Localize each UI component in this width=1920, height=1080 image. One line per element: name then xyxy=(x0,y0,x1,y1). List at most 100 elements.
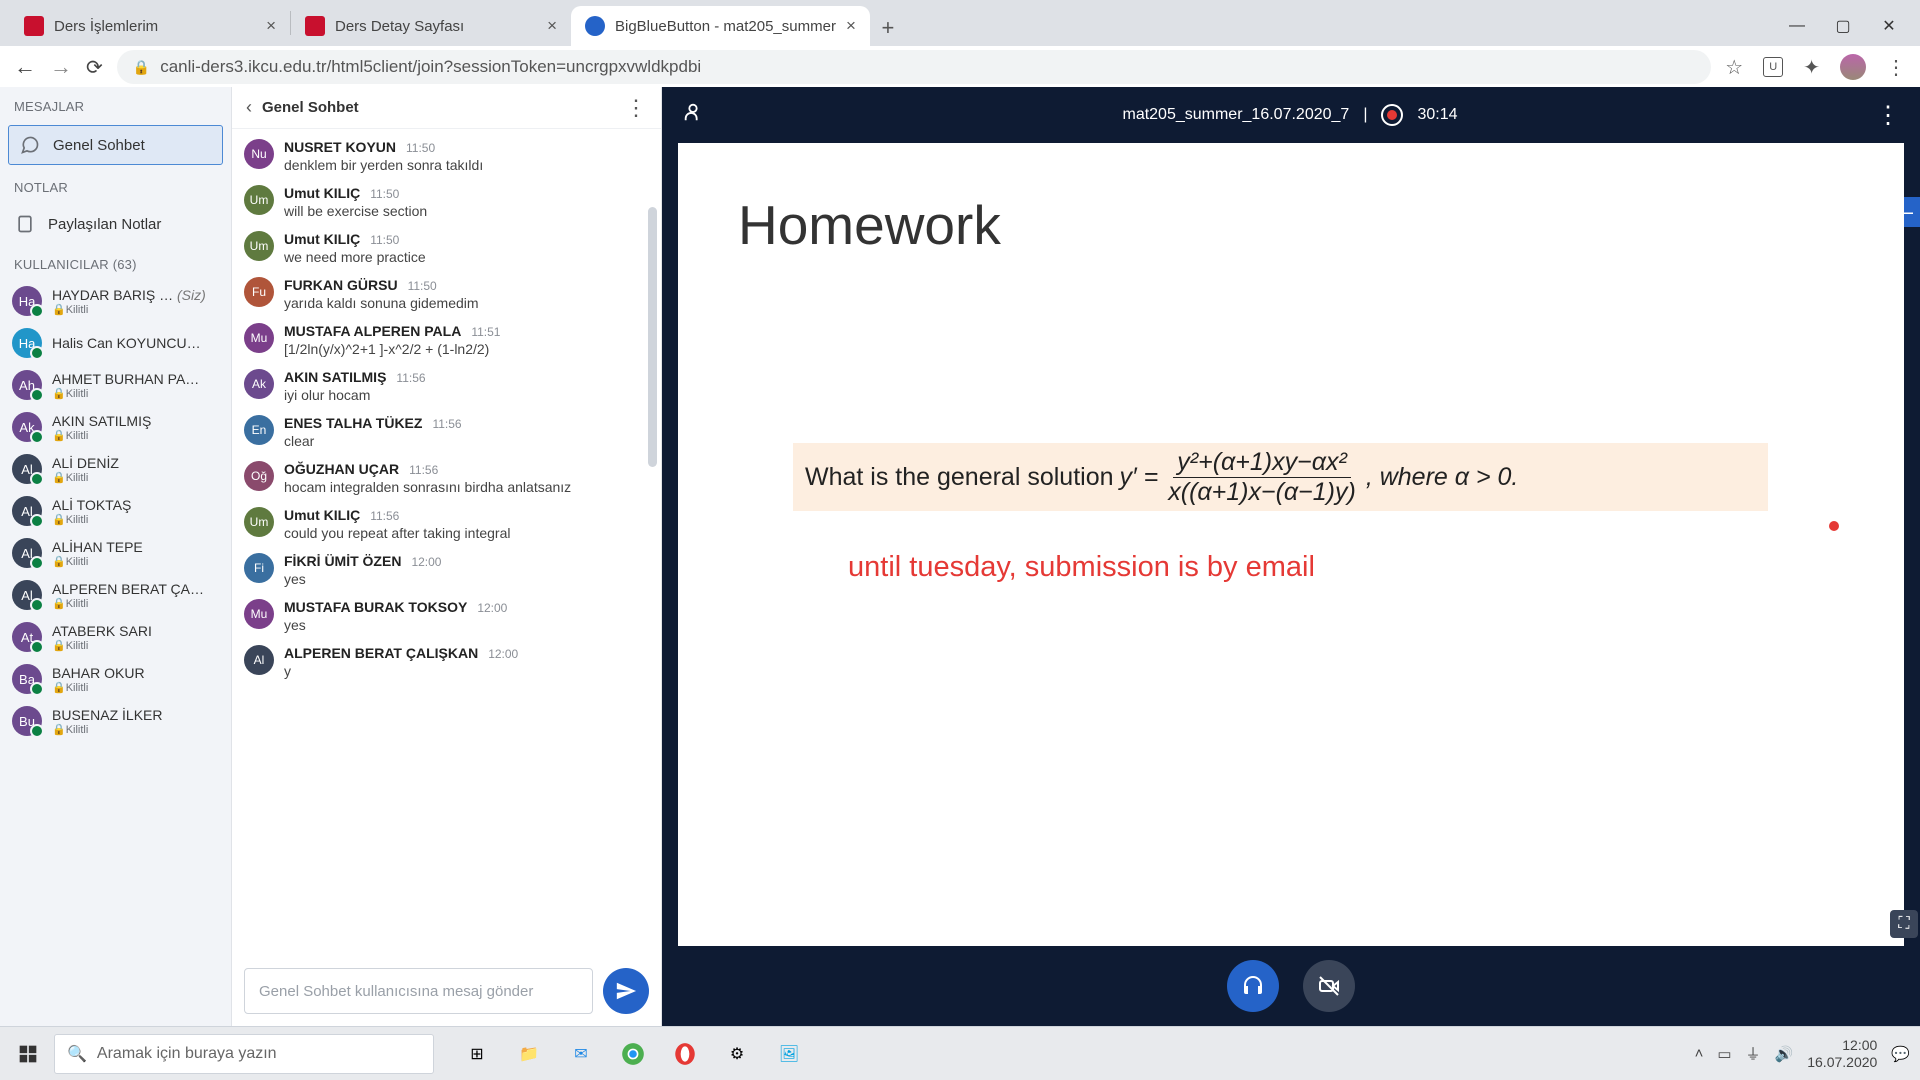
fullscreen-button[interactable]: ⛶ xyxy=(1890,910,1918,938)
user-list-item[interactable]: AlALİHAN TEPE🔒Kilitli xyxy=(0,532,231,574)
user-list-item[interactable]: AkAKIN SATILMIŞ🔒Kilitli xyxy=(0,406,231,448)
extensions-icon[interactable]: ✦ xyxy=(1803,55,1820,80)
message-text: denklem bir yerden sonra takıldı xyxy=(284,157,645,173)
message-time: 11:56 xyxy=(396,371,425,385)
chat-input-row: Genel Sohbet kullanıcısına mesaj gönder xyxy=(232,956,661,1026)
volume-icon[interactable]: 🔊 xyxy=(1775,1045,1794,1063)
tray-chevron-icon[interactable]: ˄ xyxy=(1695,1045,1704,1062)
photos-icon[interactable]: 🖼 xyxy=(774,1039,804,1069)
reload-button[interactable]: ⟳ xyxy=(86,55,103,80)
message-author: Umut KILIÇ xyxy=(284,185,360,201)
chat-message: EnENES TALHA TÜKEZ11:56clear xyxy=(238,409,651,455)
avatar: Nu xyxy=(244,139,274,169)
slide-area[interactable]: Homework What is the general solution y′… xyxy=(678,143,1904,946)
taskbar-clock[interactable]: 12:00 16.07.2020 xyxy=(1807,1037,1877,1071)
settings-icon[interactable]: ⚙ xyxy=(722,1039,752,1069)
session-timer: 30:14 xyxy=(1417,106,1457,124)
chat-options-icon[interactable]: ⋮ xyxy=(625,102,647,114)
users-toggle-icon[interactable] xyxy=(682,101,704,129)
record-indicator-icon[interactable] xyxy=(1381,104,1403,126)
user-list-item[interactable]: AtATABERK SARI🔒Kilitli xyxy=(0,616,231,658)
user-status: 🔒Kilitli xyxy=(52,429,151,442)
forward-button[interactable]: → xyxy=(50,54,72,80)
window-controls: — ▢ ✕ xyxy=(1788,6,1920,46)
close-icon[interactable]: × xyxy=(547,16,557,36)
user-list-item[interactable]: AlALİ DENİZ🔒Kilitli xyxy=(0,448,231,490)
bbb-app: MESAJLAR Genel Sohbet NOTLAR Paylaşılan … xyxy=(0,87,1920,1026)
close-window-icon[interactable]: ✕ xyxy=(1880,17,1898,35)
notifications-icon[interactable]: 💬 xyxy=(1891,1045,1910,1063)
user-status: 🔒Kilitli xyxy=(52,555,143,568)
message-author: Umut KILIÇ xyxy=(284,507,360,523)
message-time: 11:50 xyxy=(408,279,437,293)
send-button[interactable] xyxy=(603,968,649,1014)
tab-0[interactable]: Ders İşlemlerim × xyxy=(10,6,290,46)
clock-date: 16.07.2020 xyxy=(1807,1054,1877,1071)
user-name: Halis Can KOYUNCU… xyxy=(52,335,201,351)
user-list-item[interactable]: BuBUSENAZ İLKER🔒Kilitli xyxy=(0,700,231,742)
file-explorer-icon[interactable]: 📁 xyxy=(514,1039,544,1069)
minimize-icon[interactable]: — xyxy=(1788,17,1806,35)
mail-icon[interactable]: ✉ xyxy=(566,1039,596,1069)
message-author: ENES TALHA TÜKEZ xyxy=(284,415,422,431)
audio-button[interactable] xyxy=(1227,960,1279,1012)
sidebar-item-label: Paylaşılan Notlar xyxy=(48,216,161,233)
message-author: FURKAN GÜRSU xyxy=(284,277,398,293)
webcam-button[interactable] xyxy=(1303,960,1355,1012)
messages-header: MESAJLAR xyxy=(0,87,231,122)
back-icon[interactable]: ‹ xyxy=(246,97,252,118)
user-list-item[interactable]: AhAHMET BURHAN PA…🔒Kilitli xyxy=(0,364,231,406)
back-button[interactable]: ← xyxy=(14,54,36,80)
user-status: 🔒Kilitli xyxy=(52,597,204,610)
chat-message-input[interactable]: Genel Sohbet kullanıcısına mesaj gönder xyxy=(244,968,593,1014)
message-text: clear xyxy=(284,433,645,449)
scrollbar-thumb[interactable] xyxy=(648,207,657,467)
send-icon xyxy=(615,980,637,1002)
taskbar-search-input[interactable]: 🔍 Aramak için buraya yazın xyxy=(54,1034,434,1074)
chat-messages[interactable]: NuNUSRET KOYUN11:50denklem bir yerden so… xyxy=(232,129,661,956)
chrome-icon[interactable] xyxy=(618,1039,648,1069)
user-list-item[interactable]: AlALİ TOKTAŞ🔒Kilitli xyxy=(0,490,231,532)
user-list-item[interactable]: BaBAHAR OKUR🔒Kilitli xyxy=(0,658,231,700)
url-input[interactable]: 🔒 canli-ders3.ikcu.edu.tr/html5client/jo… xyxy=(117,50,1712,84)
user-name: BUSENAZ İLKER xyxy=(52,707,162,723)
user-list-item[interactable]: HaHAYDAR BARIŞ … (Siz)🔒Kilitli xyxy=(0,280,231,322)
close-icon[interactable]: × xyxy=(266,16,276,36)
chat-message: AkAKIN SATILMIŞ11:56iyi olur hocam xyxy=(238,363,651,409)
shield-icon[interactable]: U xyxy=(1763,57,1783,77)
user-list: HaHAYDAR BARIŞ … (Siz)🔒KilitliHaHalis Ca… xyxy=(0,280,231,742)
avatar: At xyxy=(12,622,42,652)
tab-2[interactable]: BigBlueButton - mat205_summer × xyxy=(571,6,870,46)
slide-annotation: until tuesday, submission is by email xyxy=(848,551,1315,584)
formula-text: What is the general solution y′ = y²+(α+… xyxy=(793,448,1530,507)
sidebar-item-public-chat[interactable]: Genel Sohbet xyxy=(8,125,223,165)
star-icon[interactable]: ☆ xyxy=(1725,55,1743,80)
avatar: Mu xyxy=(244,599,274,629)
chat-message: UmUmut KILIÇ11:56could you repeat after … xyxy=(238,501,651,547)
close-icon[interactable]: × xyxy=(846,16,856,36)
wifi-icon[interactable]: ⏚ xyxy=(1746,1043,1761,1064)
sidebar-item-shared-notes[interactable]: Paylaşılan Notlar xyxy=(0,203,231,245)
task-view-icon[interactable]: ⊞ xyxy=(462,1039,492,1069)
user-name: ATABERK SARI xyxy=(52,623,152,639)
message-time: 11:50 xyxy=(370,233,399,247)
user-list-item[interactable]: AlALPEREN BERAT ÇA…🔒Kilitli xyxy=(0,574,231,616)
opera-icon[interactable] xyxy=(670,1039,700,1069)
start-button[interactable] xyxy=(10,1036,46,1072)
chat-icon xyxy=(19,134,41,156)
battery-icon[interactable]: ▭ xyxy=(1717,1045,1731,1063)
user-name: ALİ TOKTAŞ xyxy=(52,497,131,513)
tab-1[interactable]: Ders Detay Sayfası × xyxy=(291,6,571,46)
search-placeholder: Aramak için buraya yazın xyxy=(97,1045,277,1063)
maximize-icon[interactable]: ▢ xyxy=(1834,17,1852,35)
profile-avatar-icon[interactable] xyxy=(1840,54,1866,80)
stage-options-icon[interactable]: ⋮ xyxy=(1876,101,1900,130)
chat-message: FiFİKRİ ÜMİT ÖZEN12:00yes xyxy=(238,547,651,593)
sidebar: MESAJLAR Genel Sohbet NOTLAR Paylaşılan … xyxy=(0,87,232,1026)
avatar: Al xyxy=(244,645,274,675)
tab-favicon-icon xyxy=(305,16,325,36)
clock-time: 12:00 xyxy=(1807,1037,1877,1054)
user-list-item[interactable]: HaHalis Can KOYUNCU… xyxy=(0,322,231,364)
new-tab-button[interactable]: + xyxy=(870,10,906,46)
menu-icon[interactable]: ⋮ xyxy=(1886,55,1906,80)
